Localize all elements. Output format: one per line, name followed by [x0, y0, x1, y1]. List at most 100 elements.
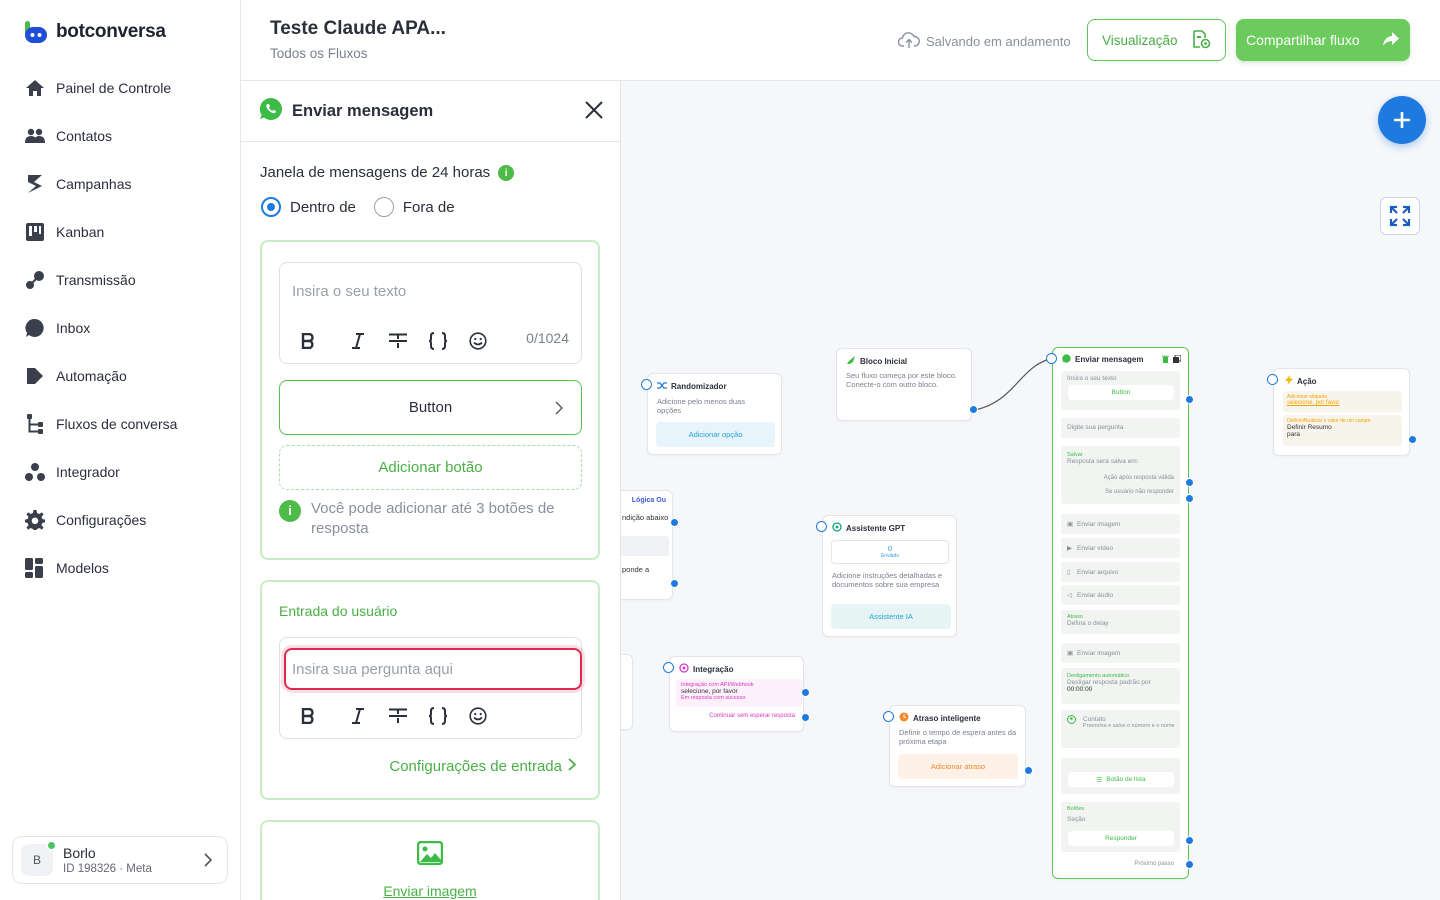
trash-icon[interactable] [1162, 355, 1169, 365]
sidebar-item-inbox[interactable]: Inbox [24, 304, 177, 352]
rocket-icon [846, 355, 856, 367]
brand-logo[interactable]: botconversa [24, 20, 166, 44]
radio-outside-dot [373, 197, 394, 217]
input-port[interactable] [816, 521, 827, 532]
output-port[interactable] [1185, 395, 1194, 404]
sidebar-item-kanban[interactable]: Kanban [24, 208, 177, 256]
output-port[interactable] [1185, 836, 1194, 845]
node-action[interactable]: Ação Adicionar etiqueta selecione, por f… [1267, 368, 1417, 456]
bold-icon[interactable] [298, 328, 318, 354]
input-port[interactable] [663, 662, 674, 673]
contact-label: Contato [1083, 716, 1106, 723]
sidebar-item-transmissao[interactable]: Transmissão [24, 256, 177, 304]
input-port[interactable] [883, 711, 894, 722]
input-port[interactable] [641, 379, 652, 390]
no-reply-action: Se usuário não responder [1104, 489, 1174, 495]
node-logic-or[interactable]: Lógica Ou ndição abaixo ponde a [621, 490, 679, 600]
node-send-message[interactable]: Enviar mensagem Insira o seu texto Butto… [1046, 347, 1194, 879]
output-port[interactable] [1408, 435, 1417, 444]
sidebar-item-fluxos[interactable]: Fluxos de conversa [24, 400, 177, 448]
output-port[interactable] [1024, 766, 1033, 775]
cloud-upload-icon [897, 31, 920, 52]
node-button[interactable]: Button [1068, 385, 1174, 400]
sidebar-item-modelos[interactable]: Modelos [24, 544, 177, 592]
user-input-title: Entrada do usuário [279, 603, 398, 619]
output-port[interactable] [670, 579, 679, 588]
ai-assistant-button[interactable]: Assistente IA [831, 604, 951, 629]
sidebar-item-contatos[interactable]: Contatos [24, 112, 177, 160]
sidebar-item-campanhas[interactable]: Campanhas [24, 160, 177, 208]
image-icon[interactable] [416, 840, 444, 870]
input-port[interactable] [1267, 374, 1278, 385]
node-title-text: Enviar mensagem [1075, 355, 1144, 364]
buttons-label: Botões [1067, 806, 1085, 812]
add-block-button[interactable] [1378, 96, 1426, 144]
list-button[interactable]: ☰ Botão de lista [1068, 772, 1174, 787]
add-button[interactable]: Adicionar botão [279, 445, 582, 490]
row-label: Enviar áudio [1077, 591, 1114, 599]
bold-icon[interactable] [298, 703, 318, 729]
strikethrough-icon[interactable] [378, 328, 418, 354]
node-start[interactable]: Bloco Inicial Seu fluxo começa por este … [836, 348, 978, 421]
output-port[interactable] [1185, 478, 1194, 487]
fullscreen-fit-button[interactable] [1380, 197, 1420, 235]
action-field: Definir/Atualizar o valor de um campo De… [1283, 415, 1402, 446]
emoji-icon[interactable] [458, 703, 498, 729]
input-settings-link[interactable]: Configurações de entrada [389, 758, 577, 775]
node-partial[interactable] [621, 654, 633, 730]
add-option-button[interactable]: Adicionar opção [656, 422, 775, 447]
output-port[interactable] [801, 713, 810, 722]
output-port[interactable] [801, 688, 810, 697]
whatsapp-icon [259, 97, 283, 126]
breadcrumb[interactable]: Todos os Fluxos [270, 46, 368, 61]
templates-icon [24, 557, 46, 579]
node-gpt-assistant[interactable]: Assistente GPT 0 Enviado Adicione instru… [816, 515, 957, 637]
node-title-text: Atraso inteligente [913, 713, 981, 723]
saving-text: Salvando em andamento [926, 34, 1071, 49]
node-randomizer[interactable]: Randomizador Adicione pelo menos duas op… [641, 373, 782, 455]
text-section: Insira o seu texto Button [1061, 371, 1180, 410]
info-icon[interactable]: i [498, 165, 515, 181]
user-account-card[interactable]: B Borlo ID 198326 · Meta [12, 836, 228, 884]
italic-icon[interactable] [338, 703, 378, 729]
connection-lines [974, 357, 1054, 411]
question-input[interactable]: Insira sua pergunta aqui [284, 648, 582, 690]
plus-icon [1394, 112, 1410, 128]
emoji-icon[interactable] [458, 328, 498, 354]
strikethrough-icon[interactable] [378, 703, 418, 729]
output-port[interactable] [1185, 494, 1194, 503]
code-braces-icon[interactable] [418, 328, 458, 354]
duplicate-icon[interactable] [1173, 354, 1182, 365]
radio-outside[interactable]: Fora de [373, 197, 455, 217]
add-delay-button[interactable]: Adicionar atraso [898, 754, 1018, 779]
output-port[interactable] [670, 518, 679, 527]
radio-inside[interactable]: Dentro de [261, 197, 356, 217]
output-port[interactable] [1185, 860, 1194, 869]
reply-button[interactable]: Responder [1068, 831, 1174, 846]
node-smart-delay[interactable]: Atraso inteligente Definir o tempo de es… [883, 705, 1033, 787]
sidebar-item-integrador[interactable]: Integrador [24, 448, 177, 496]
message-text-editor[interactable]: Insira o seu texto 0/1024 [279, 262, 582, 364]
node-integration[interactable]: Integração Integração com API/Webhook se… [663, 656, 810, 732]
reply-button-item[interactable]: Button [279, 380, 582, 435]
sidebar-item-label: Transmissão [56, 272, 136, 288]
output-port[interactable] [969, 405, 978, 414]
input-port[interactable] [1046, 353, 1057, 364]
section-label: Seção [1067, 816, 1086, 823]
close-icon[interactable] [584, 100, 604, 125]
send-message-panel: Enviar mensagem Janela de mensagens de 2… [241, 81, 621, 900]
share-flow-button[interactable]: Compartilhar fluxo [1236, 19, 1410, 61]
sidebar-item-configuracoes[interactable]: Configurações [24, 496, 177, 544]
preview-button[interactable]: Visualização [1087, 19, 1226, 61]
action-tag: Adicionar etiqueta selecione, por favor [1283, 391, 1402, 412]
sidebar-item-painel[interactable]: Painel de Controle [24, 64, 177, 112]
top-header: Teste Claude APA... Todos os Fluxos Salv… [241, 0, 1440, 81]
row-send-image-2: ▣ Enviar imagem [1061, 643, 1180, 663]
chevron-right-icon [203, 852, 213, 873]
italic-icon[interactable] [338, 328, 378, 354]
send-image-link[interactable]: Enviar imagem [262, 883, 598, 899]
flow-canvas[interactable]: Randomizador Adicione pelo menos duas op… [621, 81, 1440, 900]
sidebar-item-automacao[interactable]: Automação [24, 352, 177, 400]
code-braces-icon[interactable] [418, 703, 458, 729]
auto-off-section: Desligamento automático Desligar respost… [1061, 668, 1180, 704]
